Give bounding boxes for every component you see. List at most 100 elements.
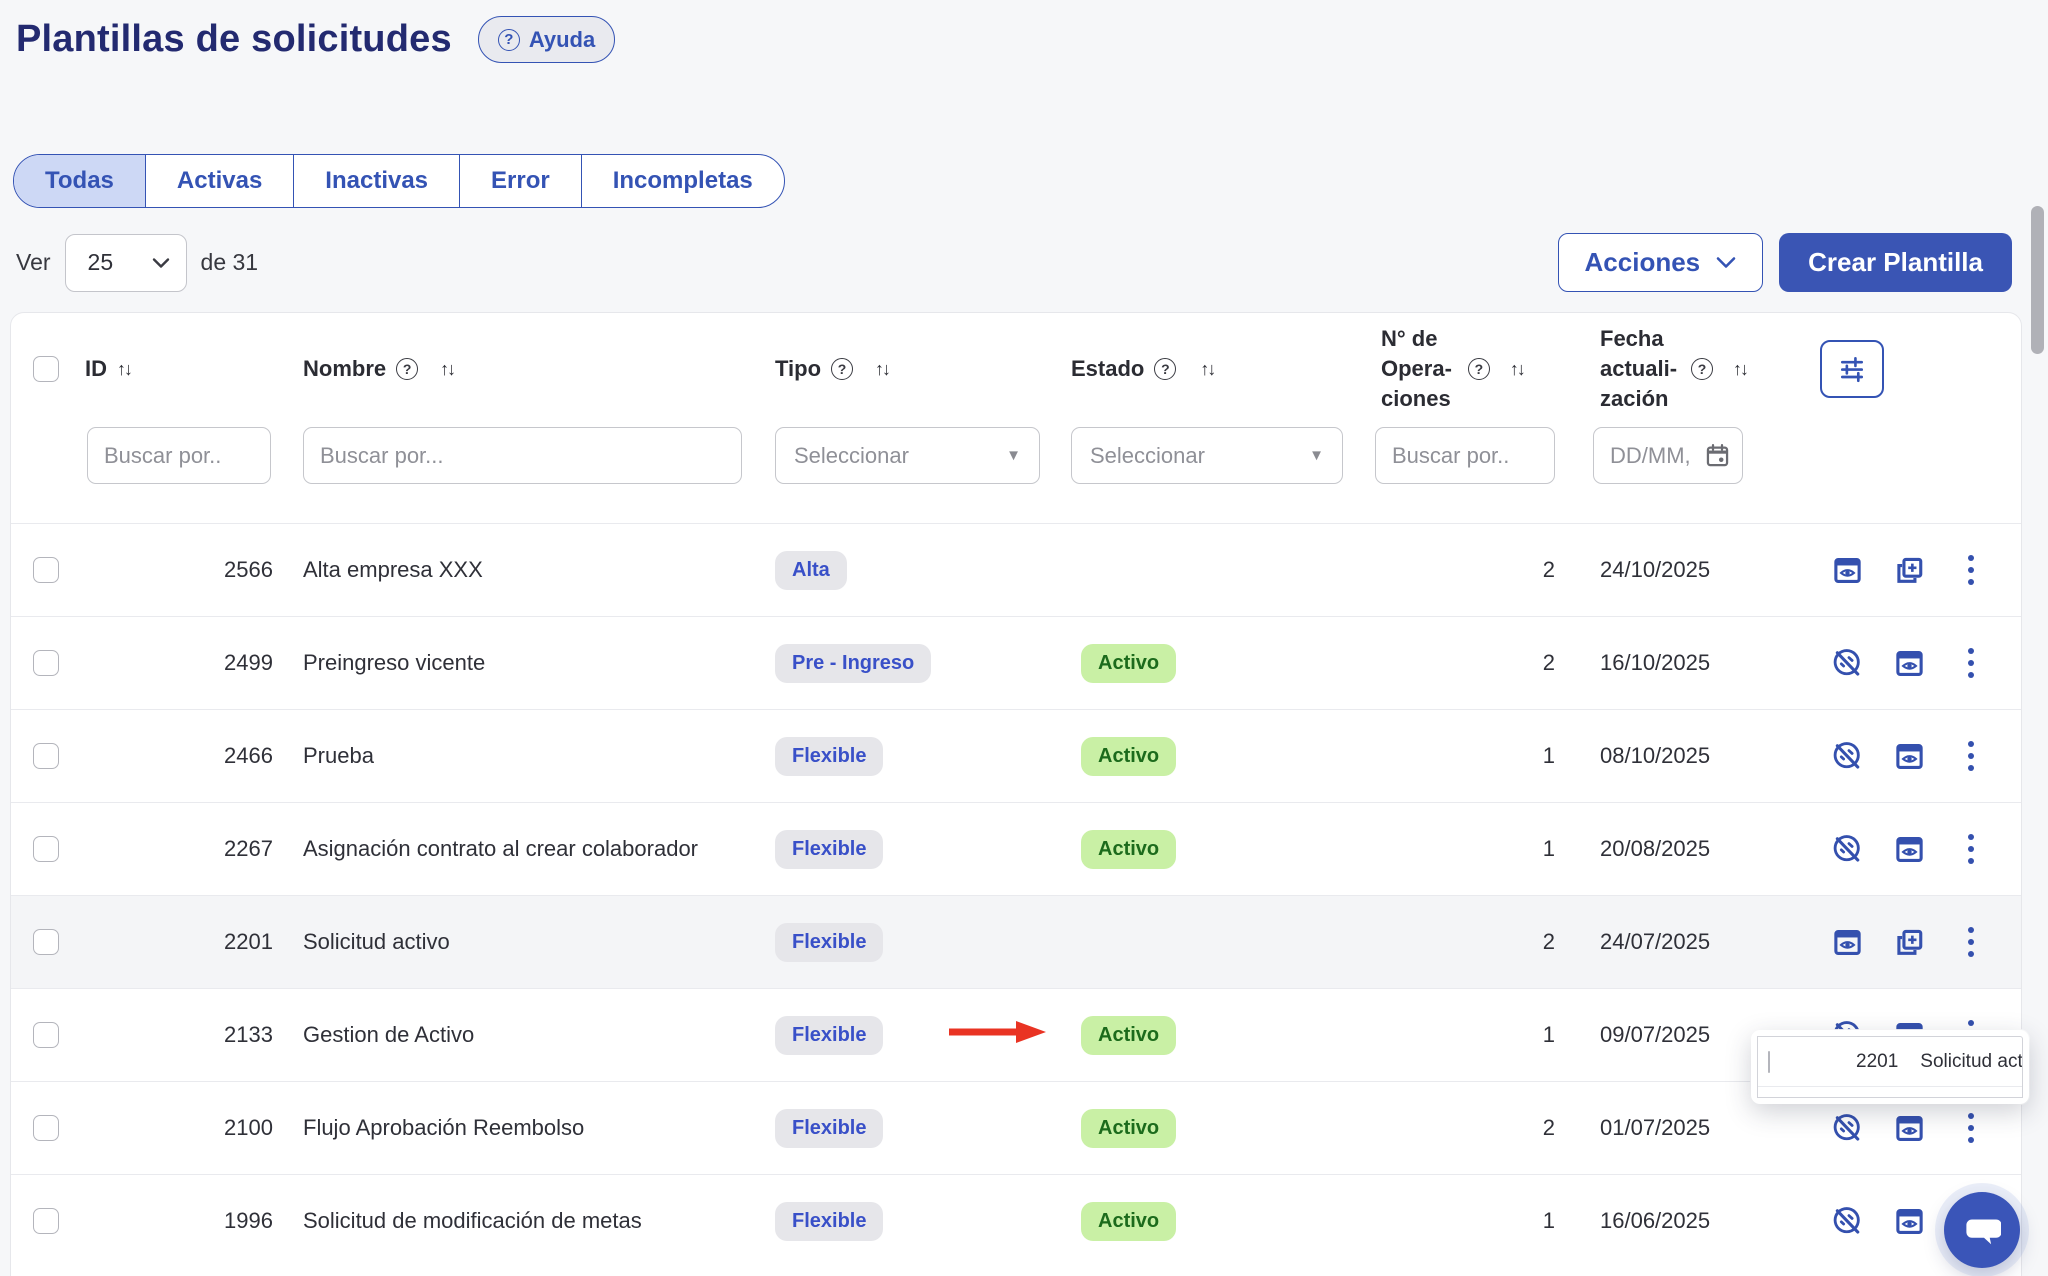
duplicate-icon[interactable] (1892, 553, 1926, 587)
cell-estado: Activo (1055, 1016, 1355, 1055)
row-checkbox[interactable] (33, 650, 59, 676)
help-icon[interactable]: ? (1154, 358, 1176, 380)
preview-icon[interactable] (1830, 553, 1864, 587)
sort-icon[interactable]: ↑↓ (875, 359, 889, 380)
filter-nombre-input[interactable] (303, 427, 742, 484)
preview-disabled-icon[interactable] (1830, 1204, 1864, 1238)
cell-fecha: 08/10/2025 (1555, 743, 1760, 769)
table-row[interactable]: 2466 Prueba Flexible Activo 1 08/10/2025 (11, 709, 2021, 802)
preview-icon[interactable] (1830, 925, 1864, 959)
cell-operaciones: 1 (1355, 1208, 1555, 1234)
row-checkbox[interactable] (33, 1022, 59, 1048)
tipo-badge: Flexible (775, 1109, 883, 1148)
column-header-id[interactable]: ID ↑↓ (85, 354, 295, 384)
chevron-down-icon (152, 257, 170, 269)
column-header-operaciones[interactable]: N° de Opera- ciones ? ↑↓ (1355, 324, 1555, 413)
tab-incompletas[interactable]: Incompletas (581, 155, 784, 207)
row-actions (1760, 646, 2021, 680)
cell-operaciones: 1 (1355, 836, 1555, 862)
preview-disabled-icon[interactable] (1830, 832, 1864, 866)
column-settings-button[interactable] (1820, 340, 1884, 398)
select-all-checkbox[interactable] (33, 356, 59, 382)
sort-icon[interactable]: ↑↓ (1200, 359, 1214, 380)
row-checkbox[interactable] (33, 557, 59, 583)
scrollbar-thumb[interactable] (2031, 206, 2044, 354)
dropdown-arrow-icon: ▼ (1309, 447, 1324, 464)
table-row[interactable]: 2100 Flujo Aprobación Reembolso Flexible… (11, 1081, 2021, 1174)
cell-nombre: Alta empresa XXX (295, 553, 765, 587)
row-checkbox[interactable] (33, 1208, 59, 1234)
kebab-menu-icon[interactable] (1954, 1111, 1988, 1145)
calendar-icon[interactable] (1704, 442, 1731, 469)
tipo-badge: Flexible (775, 923, 883, 962)
preview-icon[interactable] (1892, 1111, 1926, 1145)
cell-id: 2566 (85, 557, 295, 583)
cell-nombre: Flujo Aprobación Reembolso (295, 1111, 765, 1145)
table-row[interactable]: 2267 Asignación contrato al crear colabo… (11, 802, 2021, 895)
kebab-menu-icon[interactable] (1954, 553, 1988, 587)
filter-estado-select[interactable]: Seleccionar ▼ (1071, 427, 1343, 484)
sort-icon[interactable]: ↑↓ (1733, 359, 1747, 380)
tab-inactivas[interactable]: Inactivas (293, 155, 459, 207)
preview-disabled-icon[interactable] (1830, 1111, 1864, 1145)
preview-disabled-icon[interactable] (1830, 739, 1864, 773)
cell-fecha: 16/06/2025 (1555, 1208, 1760, 1234)
filter-tipo-select[interactable]: Seleccionar ▼ (775, 427, 1040, 484)
cell-tipo: Flexible (765, 830, 1055, 869)
row-checkbox[interactable] (33, 1115, 59, 1141)
kebab-menu-icon[interactable] (1954, 832, 1988, 866)
help-icon[interactable]: ? (831, 358, 853, 380)
table-row[interactable]: 1996 Solicitud de modificación de metas … (11, 1174, 2021, 1267)
sort-icon[interactable]: ↑↓ (440, 359, 454, 380)
drag-preview-row-fragment: 2201 Solicitud activo (1757, 1036, 2023, 1098)
duplicate-icon[interactable] (1892, 925, 1926, 959)
help-icon[interactable]: ? (396, 358, 418, 380)
column-header-tipo[interactable]: Tipo ? ↑↓ (765, 354, 1055, 384)
filter-operaciones-input[interactable] (1375, 427, 1555, 484)
filter-id-input[interactable] (87, 427, 271, 484)
preview-icon[interactable] (1892, 646, 1926, 680)
chat-widget-button[interactable] (1944, 1192, 2020, 1268)
help-button[interactable]: ? Ayuda (478, 16, 615, 63)
row-checkbox (1768, 1051, 1770, 1073)
table-row[interactable]: 2133 Gestion de Activo Flexible Activo 1… (11, 988, 2021, 1081)
sort-icon[interactable]: ↑↓ (117, 359, 131, 380)
preview-icon[interactable] (1892, 739, 1926, 773)
help-button-label: Ayuda (529, 27, 595, 53)
help-icon[interactable]: ? (1691, 358, 1713, 380)
table-body: 2566 Alta empresa XXX Alta 2 24/10/2025 … (11, 523, 2021, 1267)
sort-icon[interactable]: ↑↓ (1510, 359, 1524, 380)
cell-estado: Activo (1055, 1109, 1355, 1148)
cell-id: 2100 (85, 1115, 295, 1141)
cell-operaciones: 2 (1355, 557, 1555, 583)
controls-row: Ver 25 de 31 Acciones Crear Plantilla (16, 233, 2012, 292)
cell-fecha: 16/10/2025 (1555, 650, 1760, 676)
row-actions (1760, 553, 2021, 587)
table-row[interactable]: 2201 Solicitud activo Flexible 2 24/07/2… (11, 895, 2021, 988)
column-header-fecha[interactable]: Fecha actuali- zación ? ↑↓ (1555, 324, 1760, 413)
page-size-select[interactable]: 25 (65, 234, 187, 292)
table-row[interactable]: 2566 Alta empresa XXX Alta 2 24/10/2025 (11, 523, 2021, 616)
kebab-menu-icon[interactable] (1954, 646, 1988, 680)
preview-icon[interactable] (1892, 1204, 1926, 1238)
preview-disabled-icon[interactable] (1830, 646, 1864, 680)
crear-plantilla-button[interactable]: Crear Plantilla (1779, 233, 2012, 292)
row-checkbox[interactable] (33, 836, 59, 862)
tab-todas[interactable]: Todas (14, 155, 145, 207)
kebab-menu-icon[interactable] (1954, 739, 1988, 773)
column-header-estado[interactable]: Estado ? ↑↓ (1055, 354, 1355, 384)
preview-icon[interactable] (1892, 832, 1926, 866)
tipo-badge: Flexible (775, 830, 883, 869)
help-icon[interactable]: ? (1468, 358, 1490, 380)
row-checkbox[interactable] (33, 743, 59, 769)
cell-id: 2133 (85, 1022, 295, 1048)
row-checkbox[interactable] (33, 929, 59, 955)
kebab-menu-icon[interactable] (1954, 925, 1988, 959)
column-header-nombre[interactable]: Nombre ? ↑↓ (295, 354, 765, 384)
row-actions (1760, 1111, 2021, 1145)
tab-error[interactable]: Error (459, 155, 581, 207)
tab-activas[interactable]: Activas (145, 155, 293, 207)
acciones-button[interactable]: Acciones (1558, 233, 1764, 292)
table-row[interactable]: 2499 Preingreso vicente Pre - Ingreso Ac… (11, 616, 2021, 709)
column-label: ID (85, 354, 107, 384)
